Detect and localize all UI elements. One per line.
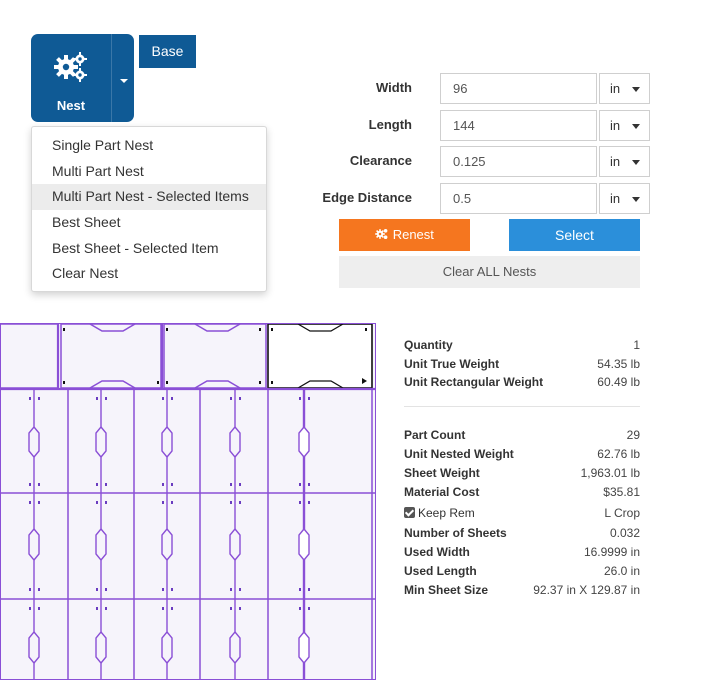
clearance-input[interactable]: 0.125	[440, 146, 597, 177]
stat-value: 26.0 in	[603, 564, 640, 578]
menu-item-single-part-nest[interactable]: Single Part Nest	[32, 133, 266, 159]
length-input[interactable]: 144	[440, 110, 597, 141]
width-unit-select[interactable]: in	[599, 73, 650, 104]
base-button[interactable]: Base	[139, 35, 196, 68]
stat-sheet-weight: Sheet Weight 1,963.01 lb	[404, 465, 640, 481]
stat-label: Sheet Weight	[404, 466, 480, 480]
nest-part-selected	[267, 323, 373, 389]
stat-label: Unit Rectangular Weight	[404, 375, 544, 389]
stat-value: 60.49 lb	[597, 375, 640, 389]
renest-label: Renest	[392, 227, 434, 242]
edge-distance-unit-value: in	[610, 191, 621, 206]
stat-label: Unit Nested Weight	[404, 447, 514, 461]
renest-button[interactable]: Renest	[339, 219, 470, 251]
keep-rem-label: Keep Rem	[418, 506, 475, 520]
stat-value: 62.76 lb	[597, 447, 640, 461]
stat-number-of-sheets: Number of Sheets 0.032	[404, 525, 640, 541]
edge-distance-input[interactable]: 0.5	[440, 183, 597, 214]
stat-value: 92.37 in X 129.87 in	[533, 583, 640, 597]
width-unit-value: in	[610, 81, 621, 96]
caret-down-icon	[632, 124, 640, 129]
stat-label: Min Sheet Size	[404, 583, 489, 597]
clearance-unit-select[interactable]: in	[599, 146, 650, 177]
stat-value: 1	[633, 338, 640, 352]
stat-label: Number of Sheets	[404, 526, 507, 540]
stat-label: Part Count	[404, 428, 466, 442]
gears-icon	[375, 229, 388, 239]
caret-down-icon	[632, 160, 640, 165]
keep-rem-checkbox[interactable]: Keep Rem	[404, 505, 475, 521]
stat-keep-rem: Keep Rem L Crop	[404, 505, 640, 521]
stat-min-sheet-size: Min Sheet Size 92.37 in X 129.87 in	[404, 582, 640, 598]
stat-label: Quantity	[404, 338, 453, 352]
select-button[interactable]: Select	[509, 219, 640, 251]
stat-label: Used Width	[404, 545, 470, 559]
stat-quantity: Quantity 1	[404, 337, 640, 353]
nest-split-button[interactable]: Nest	[31, 34, 134, 122]
stat-material-cost: Material Cost $35.81	[404, 484, 640, 500]
stat-value: 29	[626, 428, 640, 442]
menu-item-best-sheet[interactable]: Best Sheet	[32, 210, 266, 236]
stat-value: 54.35 lb	[597, 357, 640, 371]
stat-unit-true-weight: Unit True Weight 54.35 lb	[404, 356, 640, 372]
menu-item-multi-part-nest-selected[interactable]: Multi Part Nest - Selected Items	[32, 184, 266, 211]
clear-all-nests-button[interactable]: Clear ALL Nests	[339, 256, 640, 288]
gears-icon	[54, 52, 87, 82]
stat-unit-nested-weight: Unit Nested Weight 62.76 lb	[404, 446, 640, 462]
stat-unit-rectangular-weight: Unit Rectangular Weight 60.49 lb	[404, 374, 640, 390]
stat-value: 16.9999 in	[583, 545, 640, 559]
stat-used-length: Used Length 26.0 in	[404, 563, 640, 579]
nest-button-label: Nest	[56, 98, 86, 113]
stat-label: Used Length	[404, 564, 477, 578]
menu-item-best-sheet-selected[interactable]: Best Sheet - Selected Item	[32, 236, 266, 262]
caret-down-icon	[632, 87, 640, 92]
width-input[interactable]: 96	[440, 73, 597, 104]
width-label: Width	[376, 80, 412, 95]
nest-dropdown-toggle[interactable]	[111, 34, 134, 122]
menu-item-clear-nest[interactable]: Clear Nest	[32, 261, 266, 287]
nest-menu: Single Part Nest Multi Part Nest Multi P…	[31, 126, 267, 292]
nest-preview[interactable]	[0, 323, 376, 680]
edge-distance-unit-select[interactable]: in	[599, 183, 650, 214]
menu-item-multi-part-nest[interactable]: Multi Part Nest	[32, 159, 266, 185]
caret-down-icon	[632, 197, 640, 202]
checkbox-checked-icon	[404, 507, 415, 518]
nest-button[interactable]: Nest	[31, 34, 111, 122]
clearance-unit-value: in	[610, 154, 621, 169]
length-unit-value: in	[610, 118, 621, 133]
stats-divider	[404, 406, 640, 407]
stat-value: 1,963.01 lb	[580, 466, 640, 480]
caret-down-icon	[120, 79, 128, 83]
stat-value: L Crop	[604, 506, 640, 520]
length-unit-select[interactable]: in	[599, 110, 650, 141]
stat-value: 0.032	[609, 526, 640, 540]
stat-label: Unit True Weight	[404, 357, 500, 371]
clearance-label: Clearance	[349, 153, 412, 168]
stat-label: Material Cost	[404, 485, 480, 499]
stat-value: $35.81	[603, 485, 640, 499]
length-label: Length	[368, 117, 412, 132]
stat-used-width: Used Width 16.9999 in	[404, 544, 640, 560]
stat-part-count: Part Count 29	[404, 427, 640, 443]
edge-distance-label: Edge Distance	[322, 190, 412, 205]
